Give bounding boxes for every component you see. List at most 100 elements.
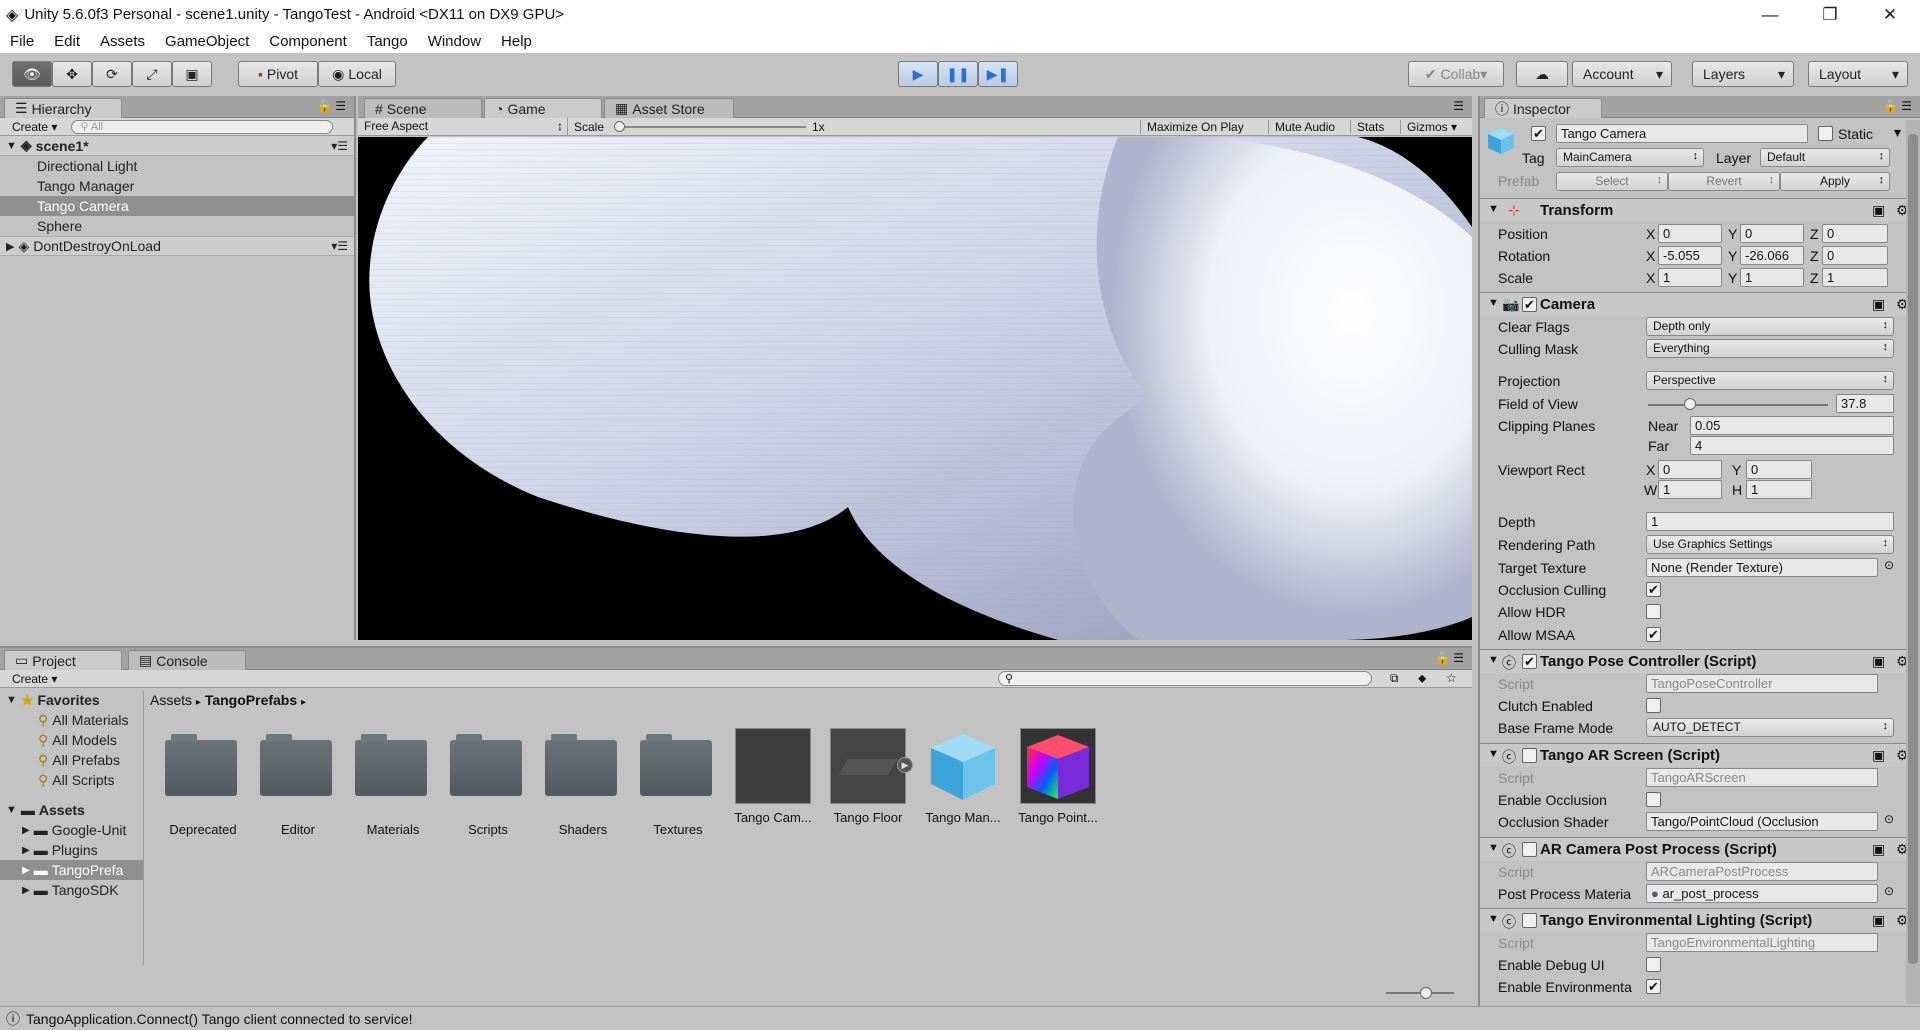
play-button[interactable]: ▶	[898, 61, 938, 87]
menu-assets[interactable]: Assets	[90, 33, 155, 50]
favorite-item[interactable]: ⚲ All Models	[0, 730, 143, 750]
cloud-button[interactable]: ☁	[1516, 61, 1568, 87]
help-book-icon[interactable]: ▣	[1872, 747, 1885, 764]
pose-controller-enabled-checkbox[interactable]: ✔	[1522, 654, 1537, 669]
inspector-scrollbar[interactable]	[1906, 120, 1920, 1004]
fov-input[interactable]: 37.8	[1836, 394, 1894, 413]
rect-tool-button[interactable]: ▣	[172, 61, 212, 87]
ar-post-process-header[interactable]: ▼ ⓒ AR Camera Post Process (Script) ▣ ⚙	[1480, 837, 1920, 861]
near-input[interactable]: 0.05	[1690, 416, 1894, 435]
position-y-input[interactable]: 0	[1740, 224, 1804, 243]
help-book-icon[interactable]: ▣	[1872, 296, 1885, 313]
foldout-arrow-icon[interactable]: ▼	[1488, 654, 1499, 666]
play-preview-icon[interactable]: ▶	[897, 757, 913, 773]
expand-arrow-icon[interactable]: ▶	[22, 885, 30, 896]
maximize-on-play-toggle[interactable]: Maximize On Play	[1140, 120, 1244, 134]
menu-window[interactable]: Window	[418, 33, 491, 50]
position-z-input[interactable]: 0	[1822, 224, 1888, 243]
tab-game[interactable]: ◔ Game	[484, 98, 602, 118]
menu-gameobject[interactable]: GameObject	[155, 33, 259, 50]
game-view[interactable]	[358, 135, 1472, 640]
fov-slider-thumb[interactable]	[1684, 398, 1696, 410]
help-book-icon[interactable]: ▣	[1872, 653, 1885, 670]
account-dropdown[interactable]: Account ▾	[1572, 61, 1672, 87]
asset-item[interactable]: Textures	[633, 728, 723, 837]
env-lighting-enabled-checkbox[interactable]	[1522, 913, 1537, 928]
clear-flags-dropdown[interactable]: Depth only	[1646, 317, 1894, 336]
asset-item[interactable]: ▶ Tango Floor	[823, 728, 913, 825]
gameobject-active-checkbox[interactable]: ✔	[1531, 126, 1546, 141]
prefab-apply-button[interactable]: Apply	[1780, 172, 1890, 191]
panel-menu-icon[interactable]: 🔒 ☰	[1883, 99, 1912, 113]
tab-console[interactable]: ▤ Console	[128, 650, 246, 670]
viewport-y-input[interactable]: 0	[1746, 460, 1812, 479]
camera-header[interactable]: ▼ 📷 ✔ Camera ▣ ⚙	[1480, 292, 1920, 316]
scale-slider-track[interactable]	[616, 126, 806, 128]
menu-tango[interactable]: Tango	[357, 33, 418, 50]
tab-scene[interactable]: # Scene	[364, 98, 482, 118]
icon-size-slider-thumb[interactable]	[1420, 987, 1432, 999]
pose-controller-header[interactable]: ▼ ⓒ ✔ Tango Pose Controller (Script) ▣ ⚙	[1480, 649, 1920, 673]
depth-input[interactable]: 1	[1646, 512, 1894, 531]
occlusion-shader-field[interactable]: Tango/PointCloud (Occlusion	[1646, 812, 1878, 831]
help-book-icon[interactable]: ▣	[1872, 202, 1885, 219]
menu-file[interactable]: File	[0, 33, 44, 50]
favorite-star-icon[interactable]: ☆	[1446, 671, 1457, 685]
aspect-dropdown[interactable]: Free Aspect ↕	[358, 118, 568, 135]
hierarchy-item[interactable]: Sphere	[0, 216, 354, 236]
dontdestroy-row[interactable]: ▶ ◈ DontDestroyOnLoad ▾☰	[0, 236, 354, 256]
layer-dropdown[interactable]: Default	[1760, 148, 1890, 167]
env-lighting-header[interactable]: ▼ ⓒ Tango Environmental Lighting (Script…	[1480, 908, 1920, 932]
tab-inspector[interactable]: ⓘ Inspector	[1484, 98, 1602, 118]
favorite-item[interactable]: ⚲ All Scripts	[0, 770, 143, 790]
viewport-h-input[interactable]: 1	[1746, 480, 1812, 499]
object-picker-icon[interactable]: ⊙	[1884, 812, 1894, 826]
enable-debug-ui-checkbox[interactable]	[1646, 957, 1661, 972]
expand-arrow-icon[interactable]: ▼	[6, 140, 17, 152]
asset-item[interactable]: Tango Cam...	[728, 728, 818, 825]
enable-environmental-checkbox[interactable]: ✔	[1646, 979, 1661, 994]
asset-item[interactable]: Deprecated	[158, 728, 248, 837]
panel-menu-icon[interactable]: ☰	[1453, 99, 1464, 113]
culling-mask-dropdown[interactable]: Everything	[1646, 339, 1894, 358]
gizmos-dropdown[interactable]: Gizmos ▾	[1400, 120, 1457, 134]
rotation-x-input[interactable]: -5.055	[1658, 246, 1722, 265]
layers-dropdown[interactable]: Layers ▾	[1692, 61, 1794, 87]
hand-tool-button[interactable]: 👁	[12, 61, 52, 87]
hierarchy-create-button[interactable]: Create ▾	[12, 120, 57, 134]
prefab-select-button[interactable]: Select	[1556, 172, 1668, 191]
hierarchy-search-input[interactable]: ⚲ All	[71, 119, 334, 134]
enable-occlusion-checkbox[interactable]	[1646, 792, 1661, 807]
menu-help[interactable]: Help	[491, 33, 542, 50]
fov-slider-track[interactable]	[1648, 404, 1828, 406]
asset-item[interactable]: Scripts	[443, 728, 533, 837]
asset-folder-row[interactable]: ▶ ▬ TangoSDK	[0, 880, 143, 900]
move-tool-button[interactable]: ✥	[52, 61, 92, 87]
tab-hierarchy[interactable]: ☰ Hierarchy	[4, 98, 122, 118]
tab-project[interactable]: ▭ Project	[4, 650, 122, 670]
close-button[interactable]: ✕	[1860, 0, 1920, 29]
local-toggle[interactable]: ◉ Local	[318, 61, 396, 87]
filter-by-label-icon[interactable]: ⬥	[1418, 671, 1426, 686]
rotate-tool-button[interactable]: ⟳	[92, 61, 132, 87]
minimize-button[interactable]: —	[1740, 0, 1800, 29]
allow-msaa-checkbox[interactable]: ✔	[1646, 627, 1661, 642]
rotation-y-input[interactable]: -26.066	[1740, 246, 1804, 265]
scale-tool-button[interactable]: ⤢	[132, 61, 172, 87]
assets-row[interactable]: ▼ ▬ Assets	[0, 800, 143, 820]
object-picker-icon[interactable]: ⊙	[1884, 884, 1894, 898]
base-frame-mode-dropdown[interactable]: AUTO_DETECT	[1646, 718, 1894, 737]
rendering-path-dropdown[interactable]: Use Graphics Settings	[1646, 535, 1894, 554]
favorites-row[interactable]: ▼ ★ Favorites	[0, 690, 143, 710]
hierarchy-item[interactable]: Tango Manager	[0, 176, 354, 196]
far-input[interactable]: 4	[1690, 436, 1894, 455]
scale-slider-thumb[interactable]	[614, 121, 625, 132]
filter-by-type-icon[interactable]: ⧉	[1390, 671, 1399, 686]
object-picker-icon[interactable]: ⊙	[1884, 558, 1894, 572]
static-checkbox[interactable]	[1818, 126, 1833, 141]
project-create-button[interactable]: Create ▾	[12, 672, 57, 686]
foldout-arrow-icon[interactable]: ▼	[1488, 913, 1499, 925]
ar-post-process-enabled-checkbox[interactable]	[1522, 842, 1537, 857]
favorite-item[interactable]: ⚲ All Prefabs	[0, 750, 143, 770]
mute-audio-toggle[interactable]: Mute Audio	[1268, 120, 1335, 134]
